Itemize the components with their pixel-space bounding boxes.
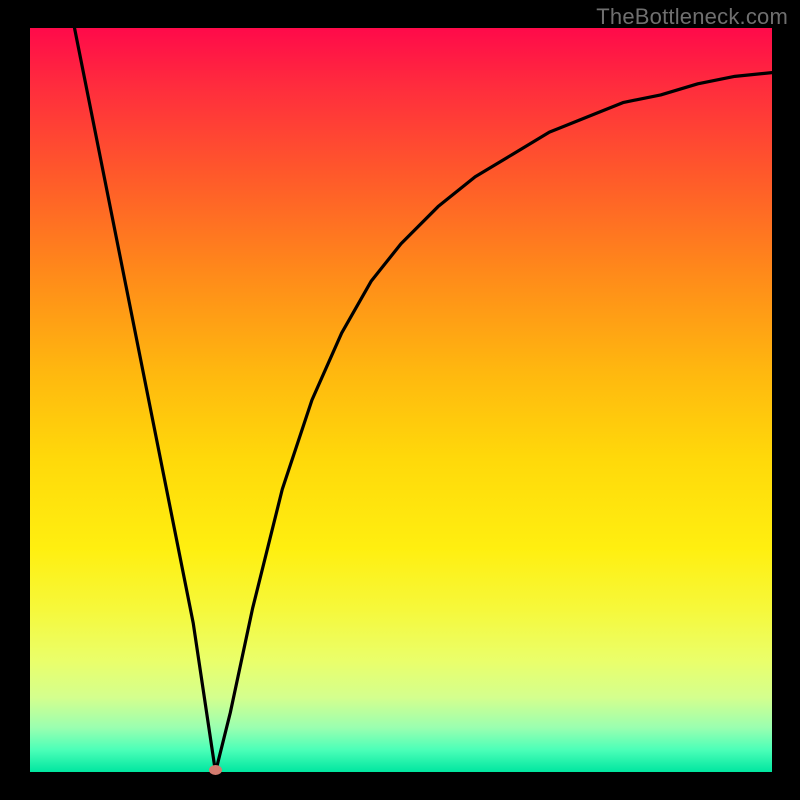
plot-area: [30, 28, 772, 772]
bottleneck-curve: [30, 28, 772, 772]
minimum-marker: [209, 765, 222, 775]
watermark-text: TheBottleneck.com: [596, 4, 788, 30]
chart-frame: TheBottleneck.com: [0, 0, 800, 800]
